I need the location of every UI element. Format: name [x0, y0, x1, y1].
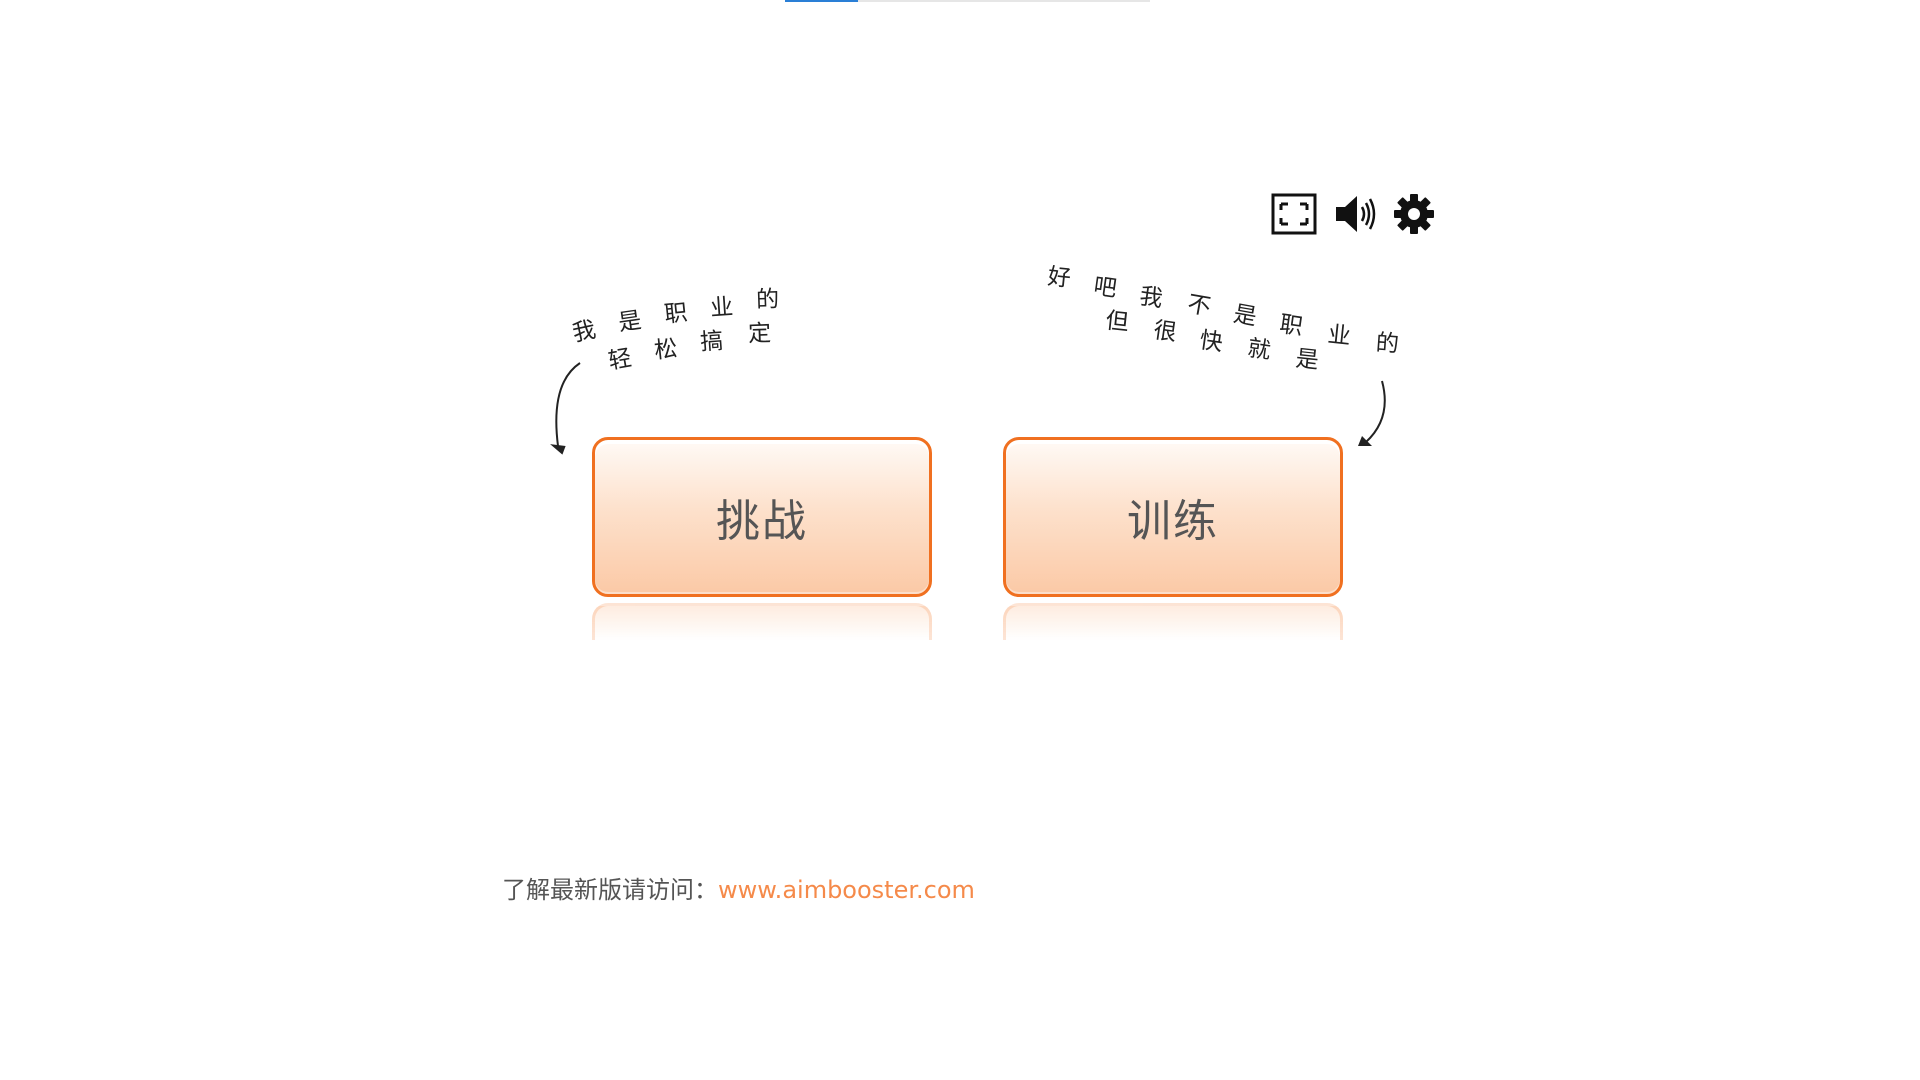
- annotation-right-glyph: 我: [1137, 283, 1165, 313]
- train-button-label: 训练: [1127, 496, 1219, 547]
- sound-button[interactable]: [1332, 190, 1380, 238]
- annotation-left-glyph: 搞: [699, 328, 725, 356]
- annotation-left-glyph: 我: [570, 316, 599, 348]
- challenge-button-wrap: 挑战: [592, 437, 932, 640]
- annotation-right-glyph: 业: [1326, 321, 1352, 351]
- loading-progress-bar: [785, 0, 1150, 2]
- annotation-right-glyph: 吧: [1091, 273, 1119, 303]
- train-button[interactable]: 训练: [1003, 437, 1343, 597]
- fullscreen-button[interactable]: [1270, 190, 1318, 238]
- annotation-left-glyph: 是: [616, 307, 644, 337]
- annotation-left-glyph: 定: [747, 320, 772, 348]
- toolbar: [1270, 190, 1440, 238]
- annotation-right-glyph: 的: [1374, 330, 1400, 358]
- arrow-left-icon: [550, 362, 581, 455]
- train-button-wrap: 训练: [1003, 437, 1343, 640]
- annotation-right-glyph: 快: [1197, 327, 1225, 357]
- annotation-left-glyph: 业: [709, 294, 735, 322]
- challenge-button-label: 挑战: [716, 496, 808, 547]
- footer-prefix: 了解最新版请访问：: [502, 876, 718, 904]
- settings-button[interactable]: [1390, 190, 1438, 238]
- annotation-right-glyph: 就: [1245, 335, 1273, 365]
- annotation-right-glyph: 是: [1231, 301, 1259, 331]
- annotation-left-glyph: 轻: [606, 345, 634, 375]
- game-stage: 我是职业的轻松搞定 好吧我不是职业的但很快就是 挑战 训练 了解最新版请访问：w…: [0, 0, 1920, 1080]
- speaker-icon: [1336, 196, 1376, 232]
- arrow-right-icon: [1358, 380, 1386, 446]
- annotation-right-glyph: 好: [1046, 263, 1072, 293]
- train-button-reflection: [1003, 603, 1343, 640]
- challenge-button[interactable]: 挑战: [592, 437, 932, 597]
- annotation-right-glyph: 是: [1294, 345, 1320, 375]
- gear-icon: [1394, 194, 1434, 234]
- fullscreen-icon: [1271, 193, 1317, 235]
- annotation-left-glyph: 的: [755, 286, 780, 314]
- annotation-left-glyph: 职: [663, 299, 689, 329]
- annotation-left-glyph: 松: [653, 335, 679, 365]
- annotation-right-glyph: 不: [1185, 291, 1213, 321]
- website-link[interactable]: www.aimbooster.com: [718, 876, 975, 904]
- annotation-right-glyph: 很: [1151, 317, 1179, 347]
- annotation-right-glyph: 但: [1104, 307, 1130, 337]
- footer-text: 了解最新版请访问：www.aimbooster.com: [502, 870, 975, 905]
- annotation-right-glyph: 职: [1277, 311, 1305, 341]
- challenge-button-reflection: [592, 603, 932, 640]
- loading-progress-fill: [785, 0, 858, 2]
